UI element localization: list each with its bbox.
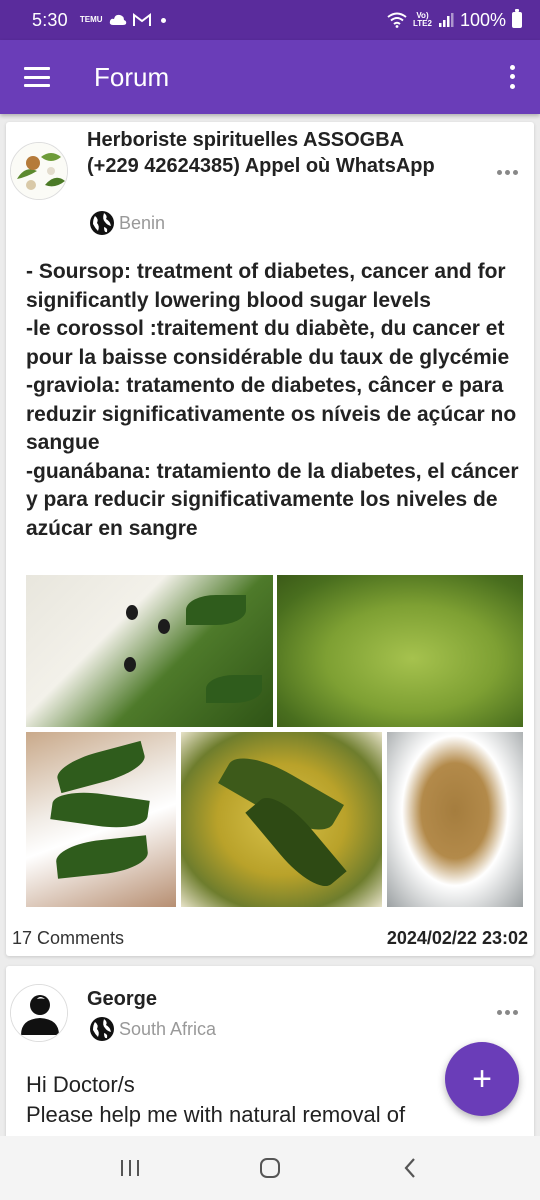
battery-icon <box>512 9 522 28</box>
post-photo-grid[interactable] <box>26 575 523 907</box>
hamburger-menu-icon[interactable] <box>24 67 50 87</box>
soursop-whole-fruit-photo[interactable] <box>277 575 523 727</box>
battery-percent: 100% <box>459 9 506 30</box>
author-avatar[interactable] <box>10 142 68 200</box>
post-more-options-icon[interactable] <box>497 170 518 175</box>
author-name[interactable]: George <box>87 986 447 1012</box>
post-body-line: -le corossol :traitement du diabète, du … <box>26 317 510 369</box>
wifi-icon <box>387 12 407 28</box>
more-vert-icon[interactable] <box>500 63 524 91</box>
post-body-line: -graviola: tratamento de diabetes, cânce… <box>26 374 517 454</box>
post-body-line: - Soursop: treatment of diabetes, cancer… <box>26 260 506 312</box>
new-post-fab[interactable]: + <box>445 1042 519 1116</box>
soursop-leaves-oil-photo[interactable] <box>181 732 382 907</box>
soursop-tea-bowl-photo[interactable] <box>387 732 523 907</box>
more-notifications-dot-icon <box>160 17 166 23</box>
app-title: Forum <box>94 61 170 92</box>
status-bar: 5:30 TEMU Vo) LTE2 100% <box>0 0 540 40</box>
temu-notification-icon: TEMU <box>79 15 103 24</box>
forum-post-card[interactable]: Herboriste spirituelles ASSOGBA (+229 42… <box>6 122 534 956</box>
recent-apps-icon[interactable] <box>110 1148 150 1188</box>
soursop-cut-fruit-photo[interactable] <box>26 575 273 727</box>
app-bar: Forum <box>0 40 540 114</box>
status-system-icons: Vo) LTE2 100% <box>387 9 522 31</box>
globe-icon <box>90 211 114 235</box>
author-avatar[interactable] <box>10 984 68 1042</box>
back-icon[interactable] <box>390 1148 430 1188</box>
author-location: Benin <box>89 210 165 236</box>
post-body: - Soursop: treatment of diabetes, cancer… <box>26 258 526 543</box>
author-location: South Africa <box>89 1016 216 1042</box>
forum-feed[interactable]: Herboriste spirituelles ASSOGBA (+229 42… <box>0 114 540 1136</box>
forum-post-card[interactable]: George South Africa Hi Doctor/s Please h… <box>6 966 534 1136</box>
status-time: 5:30 <box>32 9 68 30</box>
volte-icon: Vo) LTE2 <box>413 12 432 28</box>
system-nav-bar <box>0 1136 540 1200</box>
volte-label-bottom: LTE2 <box>412 19 432 28</box>
post-body-line: -guanábana: tratamiento de la diabetes, … <box>26 459 519 540</box>
post-date: 2024/02/22 23:02 <box>386 928 528 948</box>
author-name[interactable]: Herboriste spirituelles ASSOGBA (+229 42… <box>87 127 447 179</box>
post-more-options-icon[interactable] <box>497 1010 518 1015</box>
user-avatar-icon <box>11 985 67 1041</box>
signal-icon <box>438 13 454 27</box>
home-icon[interactable] <box>250 1148 290 1188</box>
status-notification-icons: TEMU <box>80 13 166 27</box>
location-label: South Africa <box>119 1018 217 1039</box>
comments-count-link[interactable]: 17 Comments <box>12 928 124 949</box>
location-label: Benin <box>119 212 166 233</box>
soursop-leaves-plate-photo[interactable] <box>26 732 176 907</box>
cloud-notification-icon <box>109 14 126 25</box>
globe-icon <box>90 1017 114 1041</box>
gmail-notification-icon <box>132 13 151 26</box>
